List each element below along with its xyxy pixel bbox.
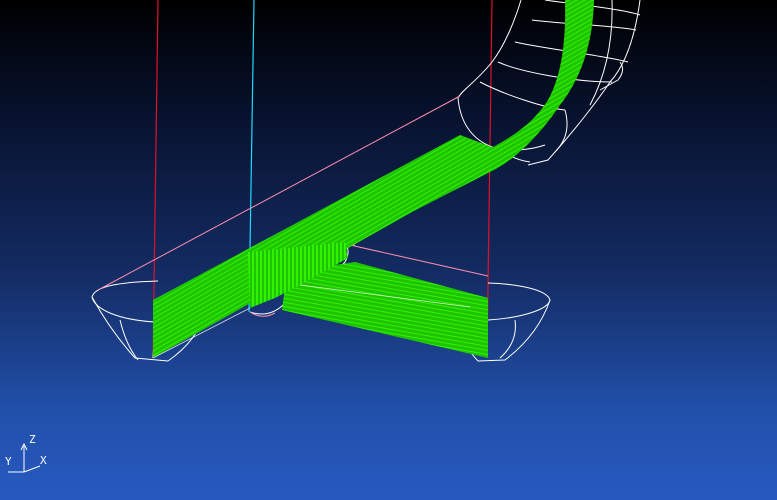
3d-viewport[interactable]: Z Y X [0,0,777,500]
z-axis-label: Z [29,433,36,446]
toolpath [153,0,594,358]
x-axis-arrow [23,465,41,473]
y-axis-label: Y [5,455,12,468]
wireframe-upper-bend [457,0,641,166]
x-axis-label: X [40,454,47,467]
model-scene[interactable] [0,0,777,500]
